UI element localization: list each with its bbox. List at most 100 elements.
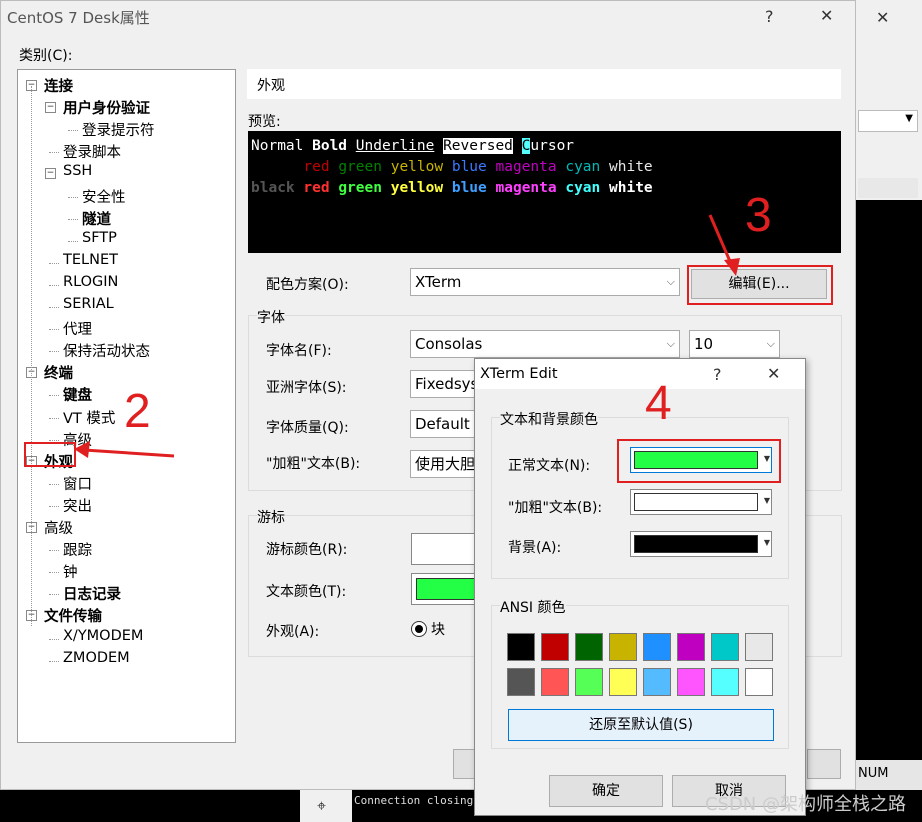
scheme-label: 配色方案(O): [266, 277, 349, 293]
tree-item[interactable]: 钟 [63, 561, 78, 582]
tree-item[interactable]: 高级 [44, 517, 73, 538]
tree-item[interactable]: SERIAL [63, 296, 114, 312]
bold-text-color-picker[interactable]: ▼ [630, 489, 772, 515]
close-button[interactable]: ✕ [820, 6, 833, 25]
annotation-box-appearance [24, 442, 76, 467]
chevron-down-icon: ▼ [763, 496, 770, 505]
preview-color-cyan: cyan [565, 159, 601, 175]
scheme-select[interactable]: XTerm ⌵ [410, 268, 680, 296]
ansi-color-swatch[interactable] [745, 668, 773, 696]
bold-text-color-label: "加粗"文本(B): [508, 500, 603, 516]
preview-color-green: green [338, 159, 382, 175]
ansi-color-swatch[interactable] [507, 633, 535, 661]
font-quality-value: Default [415, 415, 470, 433]
tree-item[interactable]: VT 模式 [63, 407, 115, 428]
tree-item[interactable]: 窗口 [63, 473, 92, 494]
ansi-color-swatch[interactable] [575, 668, 603, 696]
normal-text-label: 正常文本(N): [508, 458, 591, 474]
tree-expander-icon[interactable]: − [45, 168, 56, 180]
category-label: 类别(C): [19, 48, 73, 64]
tree-item[interactable]: ZMODEM [63, 650, 130, 666]
tree-connector [49, 262, 59, 264]
terminal-line: Connection closing. [354, 794, 480, 807]
num-lock-indicator: NUM [858, 766, 889, 781]
section-title: 外观 [257, 78, 285, 94]
preview-bold-color-yellow: yellow [390, 180, 444, 196]
apply-button-partial[interactable] [807, 749, 841, 779]
ansi-color-swatch[interactable] [745, 633, 773, 661]
session-tool-icon[interactable]: ⌖ [300, 790, 352, 822]
ansi-color-swatch[interactable] [643, 668, 671, 696]
appearance-radio[interactable] [411, 621, 427, 637]
annotation-number-2: 2 [124, 385, 151, 438]
tree-connector [49, 351, 59, 353]
tree-item[interactable]: 登录脚本 [63, 141, 121, 162]
tree-item[interactable]: 安全性 [82, 186, 126, 207]
tree-item[interactable]: 用户身份验证 [63, 97, 150, 118]
appearance-label: 外观(A): [266, 624, 320, 640]
tree-expander-icon[interactable]: − [45, 102, 56, 114]
xterm-ok-button[interactable]: 确定 [549, 775, 663, 807]
background-close-icon[interactable]: ✕ [876, 8, 889, 27]
tree-item[interactable]: 突出 [63, 495, 92, 516]
tree-item[interactable]: SFTP [82, 230, 117, 246]
tree-item[interactable]: SSH [63, 163, 92, 179]
chevron-down-icon: ⌵ [766, 337, 775, 350]
tree-item[interactable]: TELNET [63, 252, 118, 268]
tree-item[interactable]: 跟踪 [63, 539, 92, 560]
scheme-value: XTerm [415, 273, 462, 291]
ansi-color-swatch[interactable] [609, 668, 637, 696]
background-terminal [856, 200, 922, 760]
ansi-color-swatch[interactable] [541, 668, 569, 696]
help-button[interactable]: ? [765, 7, 774, 26]
font-size-select[interactable]: 10 ⌵ [689, 330, 780, 358]
preview-bold-color-magenta: magenta [495, 180, 557, 196]
xterm-close-button[interactable]: ✕ [767, 364, 780, 383]
tree-connector [49, 329, 59, 331]
background-dropdown[interactable]: ▼ [858, 110, 918, 132]
ansi-color-swatch[interactable] [575, 633, 603, 661]
tree-item[interactable]: 日志记录 [63, 583, 121, 604]
text-color-label: 文本颜色(T): [266, 584, 347, 600]
ansi-color-swatch[interactable] [677, 633, 705, 661]
ansi-color-swatch[interactable] [643, 633, 671, 661]
tree-item[interactable]: 登录提示符 [82, 119, 155, 140]
tree-item[interactable]: 代理 [63, 318, 92, 339]
tree-connector [49, 439, 59, 441]
tree-connector [68, 240, 78, 242]
tree-item[interactable]: 文件传输 [44, 605, 102, 626]
font-name-select[interactable]: Consolas ⌵ [410, 330, 680, 358]
tree-item[interactable]: 保持活动状态 [63, 340, 150, 361]
tree-connector [49, 594, 59, 596]
tree-item[interactable]: RLOGIN [63, 274, 118, 290]
cursor-group-label: 游标 [257, 507, 285, 527]
preview-underline: Underline [355, 138, 435, 154]
annotation-box-normal-text [617, 439, 781, 483]
ansi-color-swatch[interactable] [609, 633, 637, 661]
xterm-help-button[interactable]: ? [713, 365, 722, 384]
tree-item[interactable]: 隧道 [82, 208, 111, 229]
restore-defaults-button[interactable]: 还原至默认值(S) [508, 709, 774, 741]
ansi-color-swatch[interactable] [541, 633, 569, 661]
annotation-arrow-3 [708, 214, 740, 276]
ansi-color-swatch[interactable] [677, 668, 705, 696]
tree-connector [49, 550, 59, 552]
ansi-color-swatch[interactable] [711, 633, 739, 661]
background-color-picker[interactable]: ▼ [630, 531, 772, 557]
tree-connector [49, 152, 59, 154]
tree-item[interactable]: 键盘 [63, 384, 92, 405]
tree-item[interactable]: 终端 [44, 362, 73, 383]
tree-item[interactable]: 连接 [44, 75, 73, 96]
chevron-down-icon: ⌵ [666, 337, 675, 350]
tree-connector [68, 130, 78, 132]
bold-text-label: "加粗"文本(B): [266, 456, 361, 472]
tree-connector [68, 196, 78, 198]
ansi-color-swatch[interactable] [507, 668, 535, 696]
font-group-label: 字体 [257, 307, 285, 327]
tree-item[interactable]: X/YMODEM [63, 628, 143, 644]
preview-bold: Bold [312, 138, 348, 154]
ansi-color-swatch[interactable] [711, 668, 739, 696]
tree-connector [49, 395, 59, 397]
asian-font-value: Fixedsys [415, 375, 479, 393]
chevron-down-icon: ⌵ [666, 275, 675, 288]
